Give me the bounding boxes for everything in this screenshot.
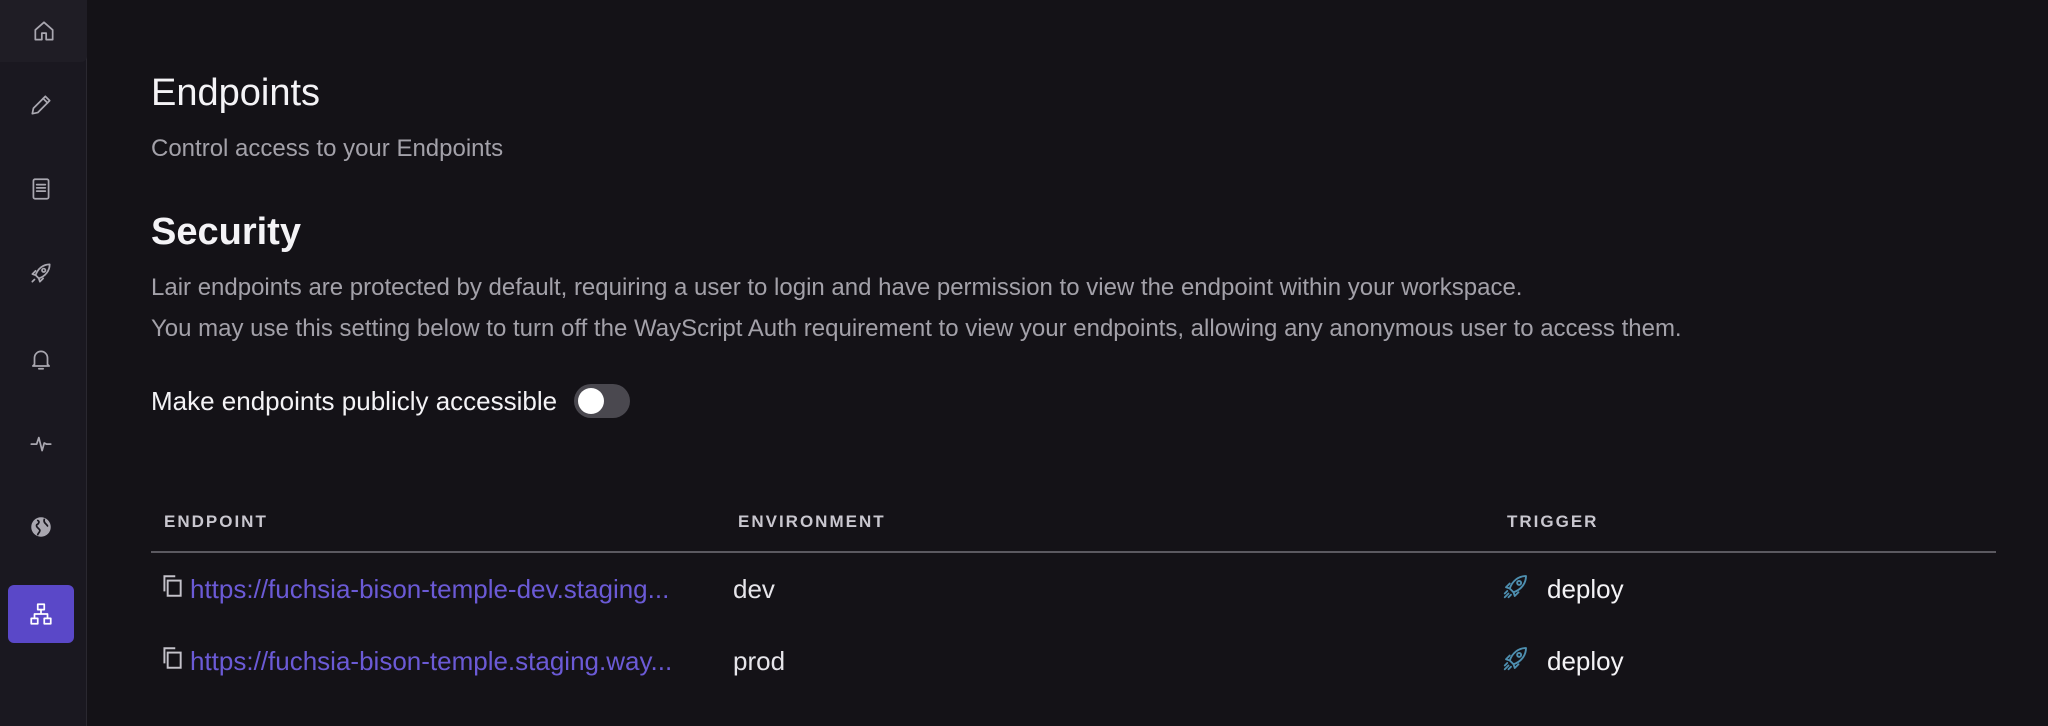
pulse-icon bbox=[30, 436, 52, 452]
pencil-icon bbox=[31, 95, 51, 115]
trigger-cell: deploy bbox=[1501, 625, 1624, 697]
document-icon bbox=[32, 178, 50, 200]
sidebar-item-docs[interactable] bbox=[8, 160, 74, 218]
trigger-value: deploy bbox=[1547, 645, 1624, 676]
environment-cell: prod bbox=[733, 625, 785, 697]
endpoint-link[interactable]: https://fuchsia-bison-temple-dev.staging… bbox=[190, 574, 669, 605]
sidebar-item-deploy[interactable] bbox=[8, 244, 74, 302]
public-access-label: Make endpoints publicly accessible bbox=[151, 385, 558, 416]
security-title: Security bbox=[151, 211, 301, 253]
sidebar bbox=[0, 0, 87, 726]
endpoints-table: ENDPOINT ENVIRONMENT TRIGGER https://fuc… bbox=[151, 506, 1996, 697]
home-icon bbox=[33, 21, 54, 41]
environment-value: dev bbox=[733, 573, 775, 604]
copy-icon[interactable] bbox=[160, 645, 184, 678]
table-header: ENDPOINT ENVIRONMENT TRIGGER bbox=[151, 506, 1996, 553]
endpoint-cell: https://fuchsia-bison-temple.staging.way… bbox=[160, 625, 672, 697]
trigger-cell: deploy bbox=[1501, 553, 1624, 625]
endpoint-cell: https://fuchsia-bison-temple-dev.staging… bbox=[160, 553, 669, 625]
rocket-icon bbox=[31, 263, 51, 283]
rocket-icon bbox=[1501, 571, 1531, 608]
bell-icon bbox=[32, 350, 50, 370]
page-title: Endpoints bbox=[151, 72, 321, 114]
table-row: https://fuchsia-bison-temple.staging.way… bbox=[151, 625, 1996, 697]
toggle-knob bbox=[578, 388, 605, 414]
column-header-endpoint: ENDPOINT bbox=[164, 512, 268, 531]
globe-icon bbox=[31, 517, 51, 537]
environment-cell: dev bbox=[733, 553, 775, 625]
rocket-icon bbox=[1501, 643, 1531, 680]
sidebar-item-editor[interactable] bbox=[8, 76, 74, 134]
sidebar-item-network[interactable] bbox=[8, 498, 74, 556]
column-header-environment: ENVIRONMENT bbox=[738, 512, 886, 531]
public-access-toggle[interactable] bbox=[574, 384, 631, 418]
trigger-value: deploy bbox=[1547, 573, 1624, 604]
sidebar-item-notifications[interactable] bbox=[8, 330, 74, 388]
sidebar-item-monitoring[interactable] bbox=[8, 414, 74, 472]
environment-value: prod bbox=[733, 645, 786, 676]
security-description-1: Lair endpoints are protected by default,… bbox=[151, 274, 1523, 301]
sidebar-item-home[interactable] bbox=[0, 0, 87, 62]
table-row: https://fuchsia-bison-temple-dev.staging… bbox=[151, 553, 1996, 625]
security-description-2: You may use this setting below to turn o… bbox=[151, 315, 1682, 342]
page-subtitle: Control access to your Endpoints bbox=[151, 135, 504, 162]
column-header-trigger: TRIGGER bbox=[1507, 512, 1599, 531]
sidebar-item-endpoints[interactable] bbox=[8, 585, 74, 643]
copy-icon[interactable] bbox=[160, 573, 184, 606]
hierarchy-icon bbox=[30, 603, 52, 625]
endpoint-link[interactable]: https://fuchsia-bison-temple.staging.way… bbox=[190, 646, 672, 677]
public-access-setting: Make endpoints publicly accessible bbox=[151, 384, 631, 418]
